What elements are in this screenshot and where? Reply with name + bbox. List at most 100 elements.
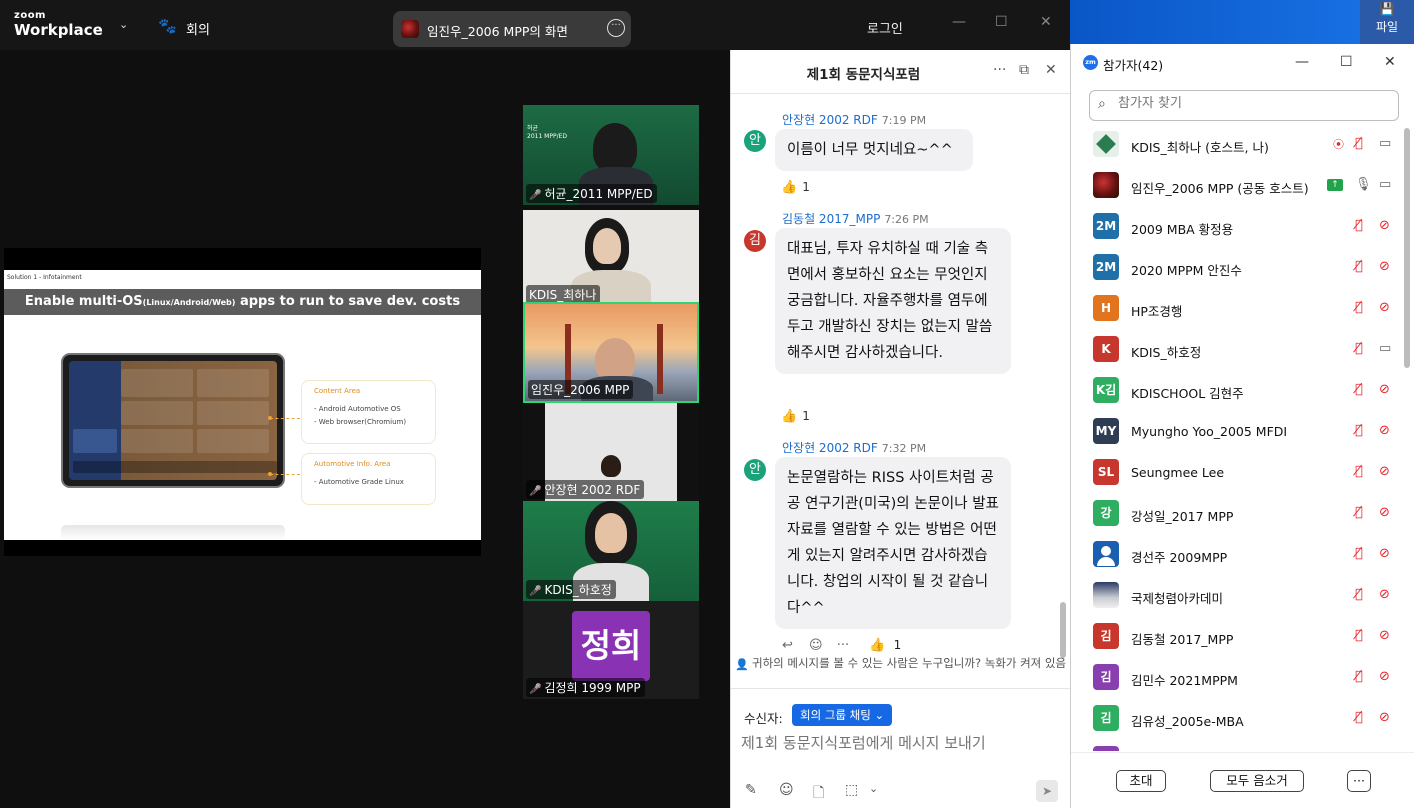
video-name: KDIS_최하나 — [529, 288, 597, 302]
close-icon[interactable]: ✕ — [1045, 62, 1057, 78]
muted-mic-icon[interactable]: 🎙̸ — [1355, 505, 1363, 520]
participant-row[interactable]: 경선주 2009MPP 🎙̸ ⊘ — [1071, 535, 1401, 576]
video-icon[interactable]: ▭ — [1379, 136, 1391, 151]
video-off-icon[interactable]: ⊘ — [1379, 464, 1390, 479]
mute-all-button[interactable]: 모두 음소거 — [1210, 770, 1304, 792]
more-icon[interactable]: ··· — [837, 638, 849, 653]
muted-mic-icon[interactable]: 🎙̸ — [1355, 669, 1363, 684]
file-icon[interactable]: 🗋 — [813, 782, 824, 806]
chat-message-input[interactable] — [741, 734, 1061, 752]
participant-name: 국제청렴아카데미 — [1131, 591, 1224, 606]
video-off-icon[interactable]: ⊘ — [1379, 423, 1390, 438]
muted-mic-icon[interactable]: 🎙̸ — [1355, 259, 1363, 274]
recipient-dropdown[interactable]: 회의 그룹 채팅 ⌄ — [792, 704, 893, 726]
participant-search[interactable]: ⌕ — [1089, 90, 1399, 121]
participant-row[interactable]: SL Seungmee Lee 🎙̸ ⊘ — [1071, 453, 1401, 494]
maximize-icon[interactable]: ☐ — [1340, 54, 1353, 70]
tablet-reflection — [61, 525, 285, 540]
video-off-icon[interactable]: ⊘ — [1379, 382, 1390, 397]
participant-row[interactable]: KDIS_최하나 (호스트, 나) ⦿ 🎙̸ ▭ — [1071, 125, 1401, 166]
minimize-icon[interactable]: — — [1295, 54, 1309, 70]
reply-icon[interactable]: ↩ — [782, 638, 793, 653]
participant-row[interactable]: 강 강성일_2017 MPP 🎙̸ ⊘ — [1071, 494, 1401, 535]
thumbs-up-icon[interactable]: 👍 — [869, 638, 885, 653]
send-icon[interactable]: ➤ — [1036, 780, 1058, 802]
participant-search-input[interactable] — [1118, 96, 1388, 111]
file-shortcut[interactable]: 💾 파일 — [1360, 0, 1414, 44]
reaction[interactable]: 👍 1 — [781, 409, 810, 424]
video-icon[interactable]: ▭ — [1379, 177, 1391, 192]
login-button[interactable]: 로그인 — [867, 18, 903, 37]
chat-scrollbar-thumb[interactable] — [1060, 602, 1066, 658]
participant-scrollbar[interactable] — [1404, 128, 1410, 368]
chat-visibility-notice[interactable]: 👤 귀하의 메시지를 볼 수 있는 사람은 누구입니까? 녹화가 켜져 있음 — [735, 656, 1069, 671]
video-off-icon[interactable]: ⊘ — [1379, 218, 1390, 233]
zoom-workplace-logo[interactable]: zoom Workplace — [14, 11, 103, 38]
chat-scrollbar-track[interactable] — [1060, 96, 1066, 686]
more-options-icon[interactable]: ··· — [607, 19, 625, 37]
participant-avatar: 김 — [1093, 746, 1119, 751]
video-tile[interactable]: KDIS_최하나 — [523, 210, 699, 306]
chevron-down-icon[interactable]: ⌄ — [119, 18, 128, 31]
active-speaker-tile[interactable]: 임진우_2006 MPP — [523, 302, 699, 403]
content-area-title: Content Area — [314, 387, 361, 395]
muted-mic-icon[interactable]: 🎙̸ — [1355, 382, 1363, 397]
participant-name: 김유성_2005e-MBA — [1131, 714, 1244, 729]
video-off-icon[interactable]: ⊘ — [1379, 546, 1390, 561]
muted-mic-icon[interactable]: 🎙̸ — [1355, 587, 1363, 602]
content-area-box: Content Area - Android Automotive OS - W… — [301, 380, 436, 444]
muted-mic-icon[interactable]: 🎙̸ — [1355, 628, 1363, 643]
emoji-icon[interactable]: ☺ — [779, 782, 794, 798]
muted-mic-icon[interactable]: 🎙̸ — [1355, 546, 1363, 561]
video-off-icon[interactable]: ⊘ — [1379, 587, 1390, 602]
participant-row[interactable]: K KDIS_하호정 🎙̸ ▭ — [1071, 330, 1401, 371]
participant-name: 강성일_2017 MPP — [1131, 509, 1234, 524]
muted-mic-icon[interactable]: 🎙̸ — [1355, 218, 1363, 233]
invite-button[interactable]: 초대 — [1116, 770, 1166, 792]
video-tile[interactable]: 허균 2011 MPP/ED 🎤̸ 허균_2011 MPP/ED — [523, 105, 699, 205]
muted-mic-icon[interactable]: 🎙̸ — [1355, 300, 1363, 315]
participant-row[interactable]: 김 김동철 2017_MPP 🎙̸ ⊘ — [1071, 617, 1401, 658]
participant-row[interactable]: K김 KDISCHOOL 김현주 🎙̸ ⊘ — [1071, 371, 1401, 412]
more-icon[interactable]: ··· — [993, 62, 1006, 78]
video-off-icon[interactable]: ⊘ — [1379, 259, 1390, 274]
more-button[interactable]: ··· — [1347, 770, 1371, 792]
screen-share-indicator[interactable]: 임진우_2006 MPP의 화면 ··· — [393, 11, 631, 47]
participant-row[interactable]: 2M 2020 MPPM 안진수 🎙̸ ⊘ — [1071, 248, 1401, 289]
video-tile[interactable]: 🎤̸ 안장현 2002 RDF — [523, 403, 699, 501]
video-off-icon[interactable]: ⊘ — [1379, 628, 1390, 643]
close-icon[interactable]: ✕ — [1384, 54, 1396, 70]
muted-mic-icon[interactable]: 🎙̸ — [1355, 136, 1363, 151]
video-icon[interactable]: ▭ — [1379, 341, 1391, 356]
meeting-label[interactable]: 회의 — [186, 19, 210, 38]
mic-icon[interactable]: 🎙 — [1355, 177, 1372, 192]
participant-row[interactable]: 김 김민수 2021MPPM 🎙̸ ⊘ — [1071, 658, 1401, 699]
participant-row[interactable]: MY Myungho Yoo_2005 MFDI 🎙̸ ⊘ — [1071, 412, 1401, 453]
video-tile[interactable]: 정희 🎤̸ 김정희 1999 MPP — [523, 601, 699, 699]
video-off-icon[interactable]: ⊘ — [1379, 669, 1390, 684]
pop-out-icon[interactable]: ⧉ — [1019, 62, 1029, 78]
video-off-icon[interactable]: ⊘ — [1379, 300, 1390, 315]
video-tile[interactable]: 🎤̸ KDIS_하호정 — [523, 501, 699, 601]
muted-mic-icon[interactable]: 🎙̸ — [1355, 341, 1363, 356]
participant-row[interactable]: 2M 2009 MBA 황정용 🎙̸ ⊘ — [1071, 207, 1401, 248]
minimize-icon[interactable]: — — [952, 14, 966, 30]
screenshot-icon[interactable]: ⬚ — [845, 782, 858, 798]
maximize-icon[interactable]: ☐ — [995, 14, 1008, 30]
add-reaction-icon[interactable]: ☺ — [809, 638, 823, 653]
video-off-icon[interactable]: ⊘ — [1379, 710, 1390, 725]
participant-row[interactable]: 임진우_2006 MPP (공동 호스트) ↑ 🎙 ▭ — [1071, 166, 1401, 207]
video-off-icon[interactable]: ⊘ — [1379, 505, 1390, 520]
participant-row[interactable]: 김김진수🎙̸⊘ — [1071, 740, 1401, 751]
format-text-icon[interactable]: ✎ — [745, 782, 757, 798]
participant-row[interactable]: H HP조경행 🎙̸ ⊘ — [1071, 289, 1401, 330]
muted-mic-icon[interactable]: 🎙̸ — [1355, 423, 1363, 438]
message-bubble: 대표님, 투자 유치하실 때 기술 측면에서 홍보하신 요소는 무엇인지 궁금합… — [775, 228, 1011, 374]
chevron-down-icon[interactable]: ⌄ — [869, 782, 878, 795]
participant-row[interactable]: 김 김유성_2005e-MBA 🎙̸ ⊘ — [1071, 699, 1401, 740]
participant-row[interactable]: 국제청렴아카데미 🎙̸ ⊘ — [1071, 576, 1401, 617]
reaction[interactable]: 👍 1 — [781, 180, 810, 195]
muted-mic-icon[interactable]: 🎙̸ — [1355, 710, 1363, 725]
close-icon[interactable]: ✕ — [1040, 14, 1052, 30]
muted-mic-icon[interactable]: 🎙̸ — [1355, 464, 1363, 479]
